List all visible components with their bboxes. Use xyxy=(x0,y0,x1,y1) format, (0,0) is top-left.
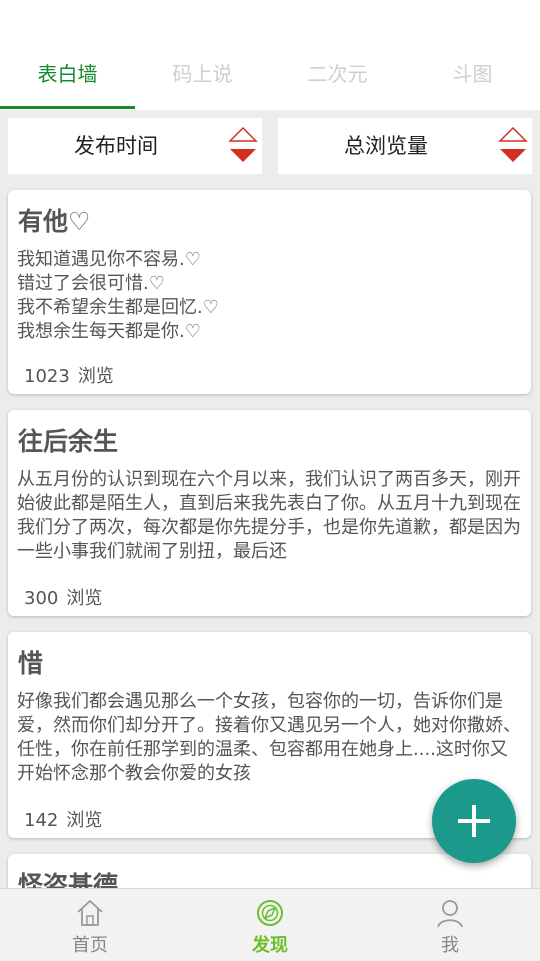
nav-me[interactable]: 我 xyxy=(360,889,540,961)
sort-toggle-icon xyxy=(228,126,258,162)
view-count-label: 浏览 xyxy=(77,366,114,387)
person-icon xyxy=(437,900,463,928)
sort-label: 总浏览量 xyxy=(344,134,428,158)
nav-label: 我 xyxy=(441,935,459,956)
view-count-number: 1023 xyxy=(24,366,70,387)
tab-confession-wall[interactable]: 表白墙 xyxy=(0,40,135,110)
tab-code-talk[interactable]: 码上说 xyxy=(135,40,270,110)
post-body: 好像我们都会遇见那么一个女孩，包容你的一切，告诉你们是爱，然而你们却分开了。接着… xyxy=(17,691,521,784)
tab-meme[interactable]: 斗图 xyxy=(405,40,540,110)
post-title: 惜 xyxy=(18,649,44,678)
nav-label: 发现 xyxy=(252,935,288,956)
bottom-navigation: 首页 发现 我 xyxy=(0,888,540,961)
view-count: 142 浏览 xyxy=(24,806,102,832)
view-count: 300 浏览 xyxy=(24,584,102,610)
post-body: 我知道遇见你不容易.♡ 错过了会很可惜.♡ 我不希望余生都是回忆.♡ 我想余生每… xyxy=(17,249,219,342)
nav-discover[interactable]: 发现 xyxy=(180,889,360,961)
view-count-number: 300 xyxy=(24,588,59,609)
view-count-label: 浏览 xyxy=(66,810,103,831)
home-icon xyxy=(77,899,103,926)
view-count-number: 142 xyxy=(24,810,59,831)
sort-label: 发布时间 xyxy=(74,134,158,158)
post-body: 从五月份的认识到现在六个月以来，我们认识了两百多天，刚开始彼此都是陌生人，直到后… xyxy=(17,469,527,562)
post-card[interactable]: 往后余生 从五月份的认识到现在六个月以来，我们认识了两百多天，刚开始彼此都是陌生… xyxy=(8,410,531,616)
nav-label: 首页 xyxy=(72,935,108,956)
plus-icon xyxy=(458,805,490,837)
top-tab-bar: 表白墙 码上说 二次元 斗图 xyxy=(0,40,540,110)
tab-indicator xyxy=(0,106,135,109)
sort-toggle-icon xyxy=(498,126,528,162)
post-title: 有他♡ xyxy=(18,207,91,236)
tab-anime[interactable]: 二次元 xyxy=(270,40,405,110)
status-bar xyxy=(0,0,540,40)
add-post-button[interactable] xyxy=(432,779,516,863)
nav-home[interactable]: 首页 xyxy=(0,889,180,961)
view-count-label: 浏览 xyxy=(66,588,103,609)
post-title: 往后余生 xyxy=(18,427,119,456)
view-count: 1023 浏览 xyxy=(24,362,114,388)
compass-icon xyxy=(257,900,283,926)
post-card[interactable]: 有他♡ 我知道遇见你不容易.♡ 错过了会很可惜.♡ 我不希望余生都是回忆.♡ 我… xyxy=(8,190,531,394)
sort-by-total-views[interactable]: 总浏览量 xyxy=(278,118,532,174)
sort-by-publish-time[interactable]: 发布时间 xyxy=(8,118,262,174)
